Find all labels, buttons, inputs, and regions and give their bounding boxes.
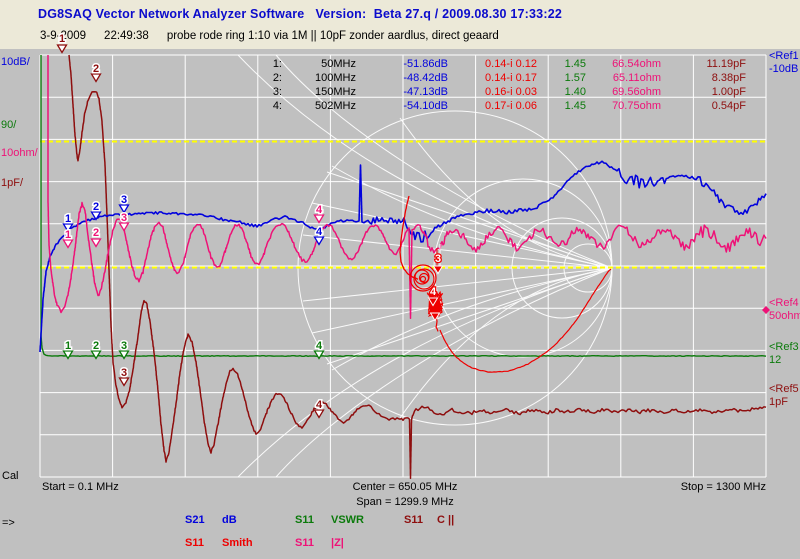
marker-number[interactable]: 3 (121, 194, 127, 206)
marker-cell: -47.13dB (356, 85, 448, 99)
marker-number[interactable]: 2 (93, 63, 99, 75)
marker-cell: -48.42dB (356, 71, 448, 85)
marker-number[interactable]: 2 (93, 227, 99, 239)
marker-cell: 150MHz (282, 85, 356, 99)
marker-cell: 70.75ohm (586, 99, 661, 113)
marker-triangle[interactable] (431, 313, 440, 321)
marker-cell: 65.11ohm (586, 71, 661, 85)
marker-triangle[interactable] (92, 351, 101, 359)
legend-item-z[interactable]: |Z| (331, 537, 344, 549)
marker-cell: 1.40 (537, 85, 586, 99)
marker-cell: 8.38pF (661, 71, 746, 85)
marker-cell: 0.14-i 0.17 (448, 71, 537, 85)
marker-number[interactable]: 1 (65, 229, 71, 241)
stop-frequency-label[interactable]: Stop = 1300 MHz (660, 481, 766, 493)
marker-number[interactable]: 1 (65, 213, 71, 225)
marker-cell: 2: (266, 71, 282, 85)
scale-label-10db[interactable]: 10dB/ (1, 56, 30, 68)
marker-triangle[interactable] (315, 215, 324, 223)
marker-number[interactable]: 2 (93, 340, 99, 352)
legend-item-db[interactable]: dB (222, 514, 237, 526)
marker-number[interactable]: 4 (316, 204, 323, 216)
marker-triangle[interactable] (92, 239, 101, 247)
marker-number[interactable]: 1 (59, 33, 65, 45)
marker-triangle[interactable] (120, 378, 129, 386)
marker-triangle[interactable] (315, 351, 324, 359)
legend-item-c[interactable]: C || (437, 514, 454, 526)
reference-label-ref4[interactable]: <Ref4 50ohm (769, 297, 800, 323)
marker-cell: 0.17-i 0.06 (448, 99, 537, 113)
marker-cell: -51.86dB (356, 57, 448, 71)
marker-table: 1:50MHz-51.86dB0.14-i 0.121.4566.54ohm11… (266, 57, 746, 113)
marker-cell: 4: (266, 99, 282, 113)
marker-triangle[interactable] (64, 351, 73, 359)
marker-cell: 69.56ohm (586, 85, 661, 99)
start-frequency-label[interactable]: Start = 0.1 MHz (42, 481, 119, 493)
marker-number[interactable]: 4 (316, 226, 323, 238)
marker-cell: 11.19pF (661, 57, 746, 71)
legend-item-vswr[interactable]: VSWR (331, 514, 364, 526)
marker-number[interactable]: 2 (93, 201, 99, 213)
reference-label-ref5[interactable]: <Ref5 1pF (769, 383, 799, 409)
marker-number[interactable]: 4 (316, 340, 323, 352)
legend-item-smith[interactable]: Smith (222, 537, 253, 549)
marker-cell: 0.16-i 0.03 (448, 85, 537, 99)
cal-status-label: Cal (2, 470, 19, 482)
marker-table-row-2: 2:100MHz-48.42dB0.14-i 0.171.5765.11ohm8… (266, 71, 746, 85)
scale-label-1pf[interactable]: 1pF/ (1, 177, 23, 189)
marker-number[interactable]: 3 (435, 253, 441, 265)
marker-cell: 0.14-i 0.12 (448, 57, 537, 71)
marker-cell: 502MHz (282, 99, 356, 113)
marker-number[interactable]: 3 (121, 340, 127, 352)
legend-item-s11[interactable]: S11 (185, 537, 204, 549)
marker-table-row-1: 1:50MHz-51.86dB0.14-i 0.121.4566.54ohm11… (266, 57, 746, 71)
legend-item-s11[interactable]: S11 (295, 514, 314, 526)
marker-cell: 1.45 (537, 57, 586, 71)
marker-cell: 1: (266, 57, 282, 71)
legend-item-s21[interactable]: S21 (185, 514, 205, 526)
marker-triangle[interactable] (120, 223, 129, 231)
marker-cell: 3: (266, 85, 282, 99)
marker-table-row-4: 4:502MHz-54.10dB0.17-i 0.061.4570.75ohm0… (266, 99, 746, 113)
marker-number[interactable]: 3 (121, 367, 127, 379)
marker-cell: 0.54pF (661, 99, 746, 113)
marker-cell: -54.10dB (356, 99, 448, 113)
marker-number[interactable]: 4 (316, 399, 323, 411)
prompt-arrow-label: => (2, 517, 15, 529)
marker-cell: 1.57 (537, 71, 586, 85)
marker-triangle[interactable] (92, 74, 101, 82)
span-frequency-label[interactable]: Span = 1299.9 MHz (335, 496, 475, 508)
marker-number[interactable]: 3 (121, 212, 127, 224)
marker-triangle[interactable] (64, 240, 73, 248)
marker-cell: 66.54ohm (586, 57, 661, 71)
scale-label-10ohm[interactable]: 10ohm/ (1, 147, 38, 159)
legend-item-s11[interactable]: S11 (404, 514, 423, 526)
marker-triangle[interactable] (315, 410, 324, 418)
center-frequency-label[interactable]: Center = 650.05 MHz (335, 481, 475, 493)
marker-cell: 100MHz (282, 71, 356, 85)
marker-cell: 1.00pF (661, 85, 746, 99)
marker-triangle[interactable] (58, 45, 67, 53)
reference-label-ref3[interactable]: <Ref3 12 (769, 341, 799, 367)
marker-cell: 50MHz (282, 57, 356, 71)
trace-s11-smith (400, 196, 611, 372)
marker-table-row-3: 3:150MHz-47.13dB0.16-i 0.031.4069.56ohm1… (266, 85, 746, 99)
scale-label-90[interactable]: 90/ (1, 119, 16, 131)
marker-triangle[interactable] (120, 351, 129, 359)
marker-number[interactable]: 1 (65, 340, 71, 352)
reference-label-ref1[interactable]: <Ref1 -10dB (769, 50, 799, 76)
marker-number[interactable]: 4 (430, 286, 437, 298)
legend-item-s11[interactable]: S11 (295, 537, 314, 549)
marker-cell: 1.45 (537, 99, 586, 113)
